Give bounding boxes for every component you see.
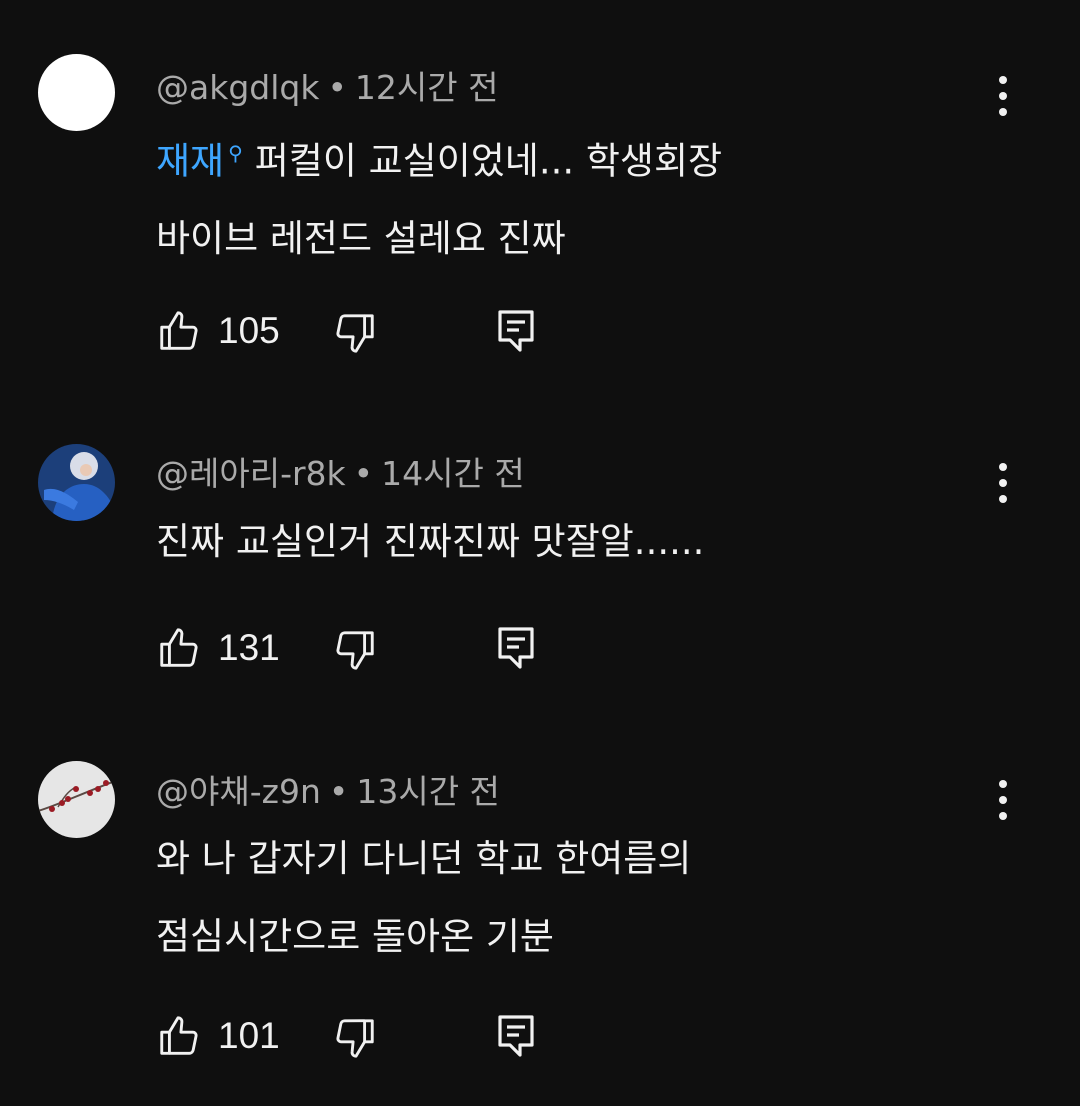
- more-options-button[interactable]: [986, 463, 1020, 503]
- more-options-button[interactable]: [986, 780, 1020, 820]
- like-count: 101: [218, 1015, 280, 1056]
- like-count: 131: [218, 627, 280, 668]
- thumbs-up-icon: [160, 1016, 198, 1055]
- comment-text: 재재 ⚲ 퍼컬이 교실이었네... 학생회장 바이브 레전드 설레요 진짜: [156, 114, 956, 278]
- comment-text: 와 나 갑자기 다니던 학교 한여름의 점심시간으로 돌아온 기분: [156, 820, 956, 976]
- dislike-button[interactable]: [332, 627, 378, 673]
- comment-actions: 101: [156, 1013, 556, 1061]
- timestamp[interactable]: 13시간 전: [356, 772, 500, 811]
- avatar[interactable]: [38, 54, 115, 131]
- like-button[interactable]: [156, 1013, 202, 1059]
- more-dot: [999, 812, 1007, 820]
- thumbs-down-icon: [336, 631, 374, 670]
- thumbs-up-icon: [160, 311, 198, 350]
- like-button[interactable]: [156, 625, 202, 671]
- mention-link[interactable]: 재재: [156, 139, 224, 182]
- more-dot: [999, 495, 1007, 503]
- reply-button[interactable]: [496, 1013, 536, 1059]
- reply-comment-icon: [498, 1015, 534, 1057]
- comment-actions: 131: [156, 625, 556, 673]
- comment-text: 진짜 교실인거 진짜진짜 맛잘알......: [156, 503, 956, 581]
- comment-header: @야채-z9n • 13시간 전: [156, 772, 500, 812]
- reply-button[interactable]: [496, 308, 536, 354]
- avatar[interactable]: [38, 761, 115, 838]
- more-vertical-icon: [999, 76, 1007, 84]
- avatar-image: [38, 444, 115, 521]
- timestamp[interactable]: 12시간 전: [355, 68, 499, 107]
- comment-actions: 105: [156, 308, 556, 356]
- more-dot: [999, 796, 1007, 804]
- comment-text-line: 퍼컬이 교실이었네... 학생회장: [254, 139, 723, 183]
- author-name[interactable]: @야채-z9n: [156, 772, 321, 811]
- reply-comment-icon: [498, 310, 534, 352]
- dislike-button[interactable]: [332, 310, 378, 356]
- avatar[interactable]: [38, 444, 115, 521]
- comment-text-line: 와 나 갑자기 다니던 학교 한여름의: [156, 837, 692, 880]
- thumbs-down-icon: [336, 1019, 374, 1058]
- author-name[interactable]: @akgdlqk: [156, 68, 319, 107]
- more-dot: [999, 108, 1007, 116]
- mention-badge-icon: ⚲: [228, 141, 243, 165]
- more-vertical-icon: [999, 780, 1007, 788]
- avatar-image: [38, 761, 115, 838]
- more-dot: [999, 92, 1007, 100]
- author-name[interactable]: @레아리-r8k: [156, 454, 346, 493]
- like-count: 105: [218, 310, 280, 351]
- more-vertical-icon: [999, 463, 1007, 471]
- like-button[interactable]: [156, 308, 202, 354]
- separator: •: [328, 772, 349, 811]
- separator: •: [353, 454, 374, 493]
- reply-comment-icon: [498, 627, 534, 669]
- comment-header: @akgdlqk • 12시간 전: [156, 68, 498, 108]
- more-dot: [999, 479, 1007, 487]
- dislike-button[interactable]: [332, 1015, 378, 1061]
- more-options-button[interactable]: [986, 76, 1020, 116]
- comment-text-line: 점심시간으로 돌아온 기분: [156, 915, 554, 958]
- thumbs-up-icon: [160, 628, 198, 667]
- timestamp[interactable]: 14시간 전: [381, 454, 525, 493]
- thumbs-down-icon: [336, 314, 374, 353]
- comment-header: @레아리-r8k • 14시간 전: [156, 454, 525, 494]
- comment-text-line: 바이브 레전드 설레요 진짜: [156, 217, 566, 261]
- comment-text-line: 진짜 교실인거 진짜진짜 맛잘알......: [156, 520, 705, 563]
- reply-button[interactable]: [496, 625, 536, 671]
- separator: •: [327, 68, 347, 107]
